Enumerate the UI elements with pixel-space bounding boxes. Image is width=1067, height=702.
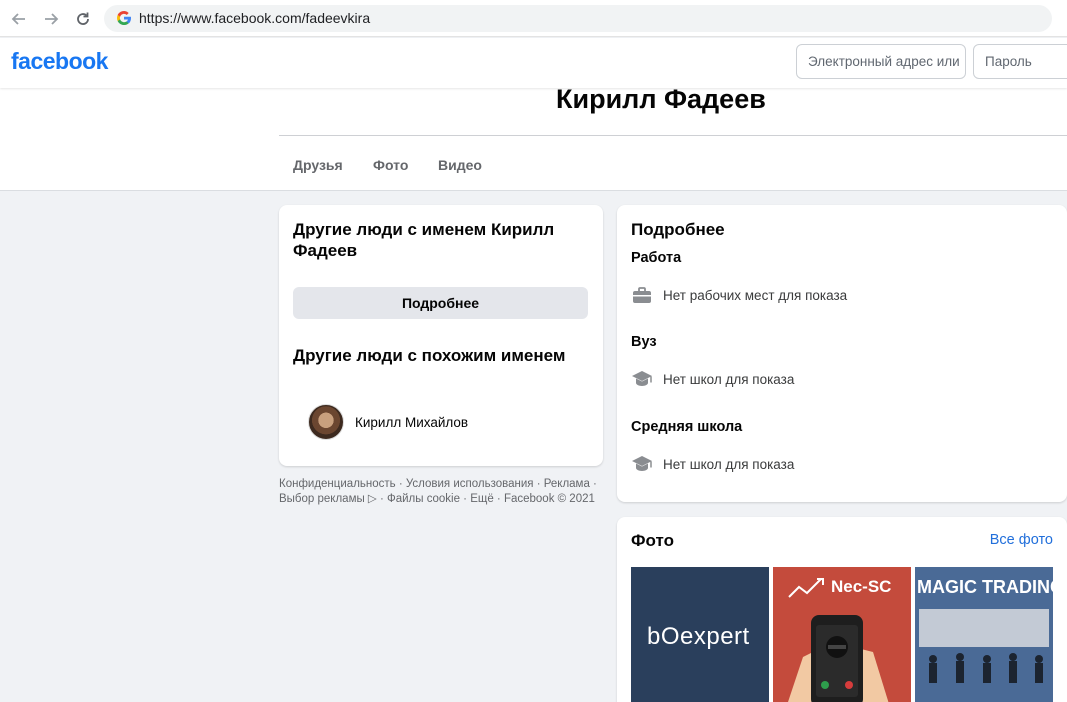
avatar[interactable] bbox=[308, 404, 344, 440]
google-icon bbox=[116, 10, 132, 26]
school-row: Нет школ для показа bbox=[631, 453, 794, 475]
briefcase-icon bbox=[631, 284, 653, 306]
all-photos-link[interactable]: Все фото bbox=[990, 532, 1053, 548]
list-item[interactable]: Кирилл Михайлов bbox=[308, 404, 468, 440]
work-heading: Работа bbox=[631, 250, 682, 266]
profile-header: Кирилл Фадеев Друзья Фото Видео bbox=[0, 84, 1067, 191]
photos-title: Фото bbox=[631, 531, 674, 550]
more-button[interactable]: Подробнее bbox=[293, 287, 588, 319]
footer-links[interactable]: Конфиденциальность · Условия использован… bbox=[279, 477, 609, 507]
university-row: Нет школ для показа bbox=[631, 368, 794, 390]
header-divider bbox=[279, 135, 1067, 136]
photo-thumbnail[interactable]: Nec-SC bbox=[773, 567, 911, 702]
other-people-card: Другие люди с именем Кирилл Фадеев Подро… bbox=[279, 205, 603, 466]
tab-friends[interactable]: Друзья bbox=[293, 157, 343, 173]
photo-caption: Nec-SC bbox=[831, 577, 892, 596]
details-card: Подробнее Работа Нет рабочих мест для по… bbox=[617, 205, 1067, 502]
password-field[interactable]: Пароль bbox=[973, 44, 1067, 79]
facebook-logo[interactable]: facebook bbox=[11, 48, 108, 75]
other-people-title: Другие люди с именем Кирилл Фадеев bbox=[293, 220, 555, 260]
work-row: Нет рабочих мест для показа bbox=[631, 284, 847, 306]
back-arrow-icon[interactable] bbox=[8, 8, 30, 30]
university-text: Нет школ для показа bbox=[663, 371, 795, 387]
details-title: Подробнее bbox=[631, 220, 725, 239]
photo-thumbnail[interactable]: MAGIC TRADING SCAM bbox=[915, 567, 1053, 702]
school-heading: Средняя школа bbox=[631, 419, 743, 435]
photo-caption: bOexpert bbox=[647, 623, 750, 650]
tab-photos[interactable]: Фото bbox=[373, 157, 408, 173]
address-bar[interactable]: https://www.facebook.com/fadeevkira bbox=[104, 5, 1052, 32]
university-heading: Вуз bbox=[631, 334, 657, 350]
photos-card: Фото Все фото bOexpert Nec-SC MAGIC TRAD… bbox=[617, 517, 1067, 702]
profile-name: Кирилл Фадеев bbox=[556, 84, 766, 114]
tab-videos[interactable]: Видео bbox=[438, 157, 482, 173]
reload-icon[interactable] bbox=[72, 8, 94, 30]
email-field[interactable]: Электронный адрес или bbox=[796, 44, 966, 79]
person-name[interactable]: Кирилл Михайлов bbox=[355, 415, 468, 430]
photo-thumbnail[interactable]: bOexpert bbox=[631, 567, 769, 702]
school-text: Нет школ для показа bbox=[663, 456, 795, 472]
url-text: https://www.facebook.com/fadeevkira bbox=[139, 10, 371, 26]
browser-toolbar: https://www.facebook.com/fadeevkira bbox=[0, 0, 1067, 37]
photo-caption: MAGIC TRADING SCAM bbox=[917, 577, 1053, 597]
graduation-cap-icon bbox=[631, 368, 653, 390]
work-text: Нет рабочих мест для показа bbox=[663, 287, 848, 303]
similar-people-title: Другие люди с похожим именем bbox=[293, 346, 566, 365]
graduation-cap-icon bbox=[631, 453, 653, 475]
forward-arrow-icon[interactable] bbox=[40, 8, 62, 30]
facebook-header: facebook Электронный адрес или Пароль bbox=[0, 38, 1067, 88]
